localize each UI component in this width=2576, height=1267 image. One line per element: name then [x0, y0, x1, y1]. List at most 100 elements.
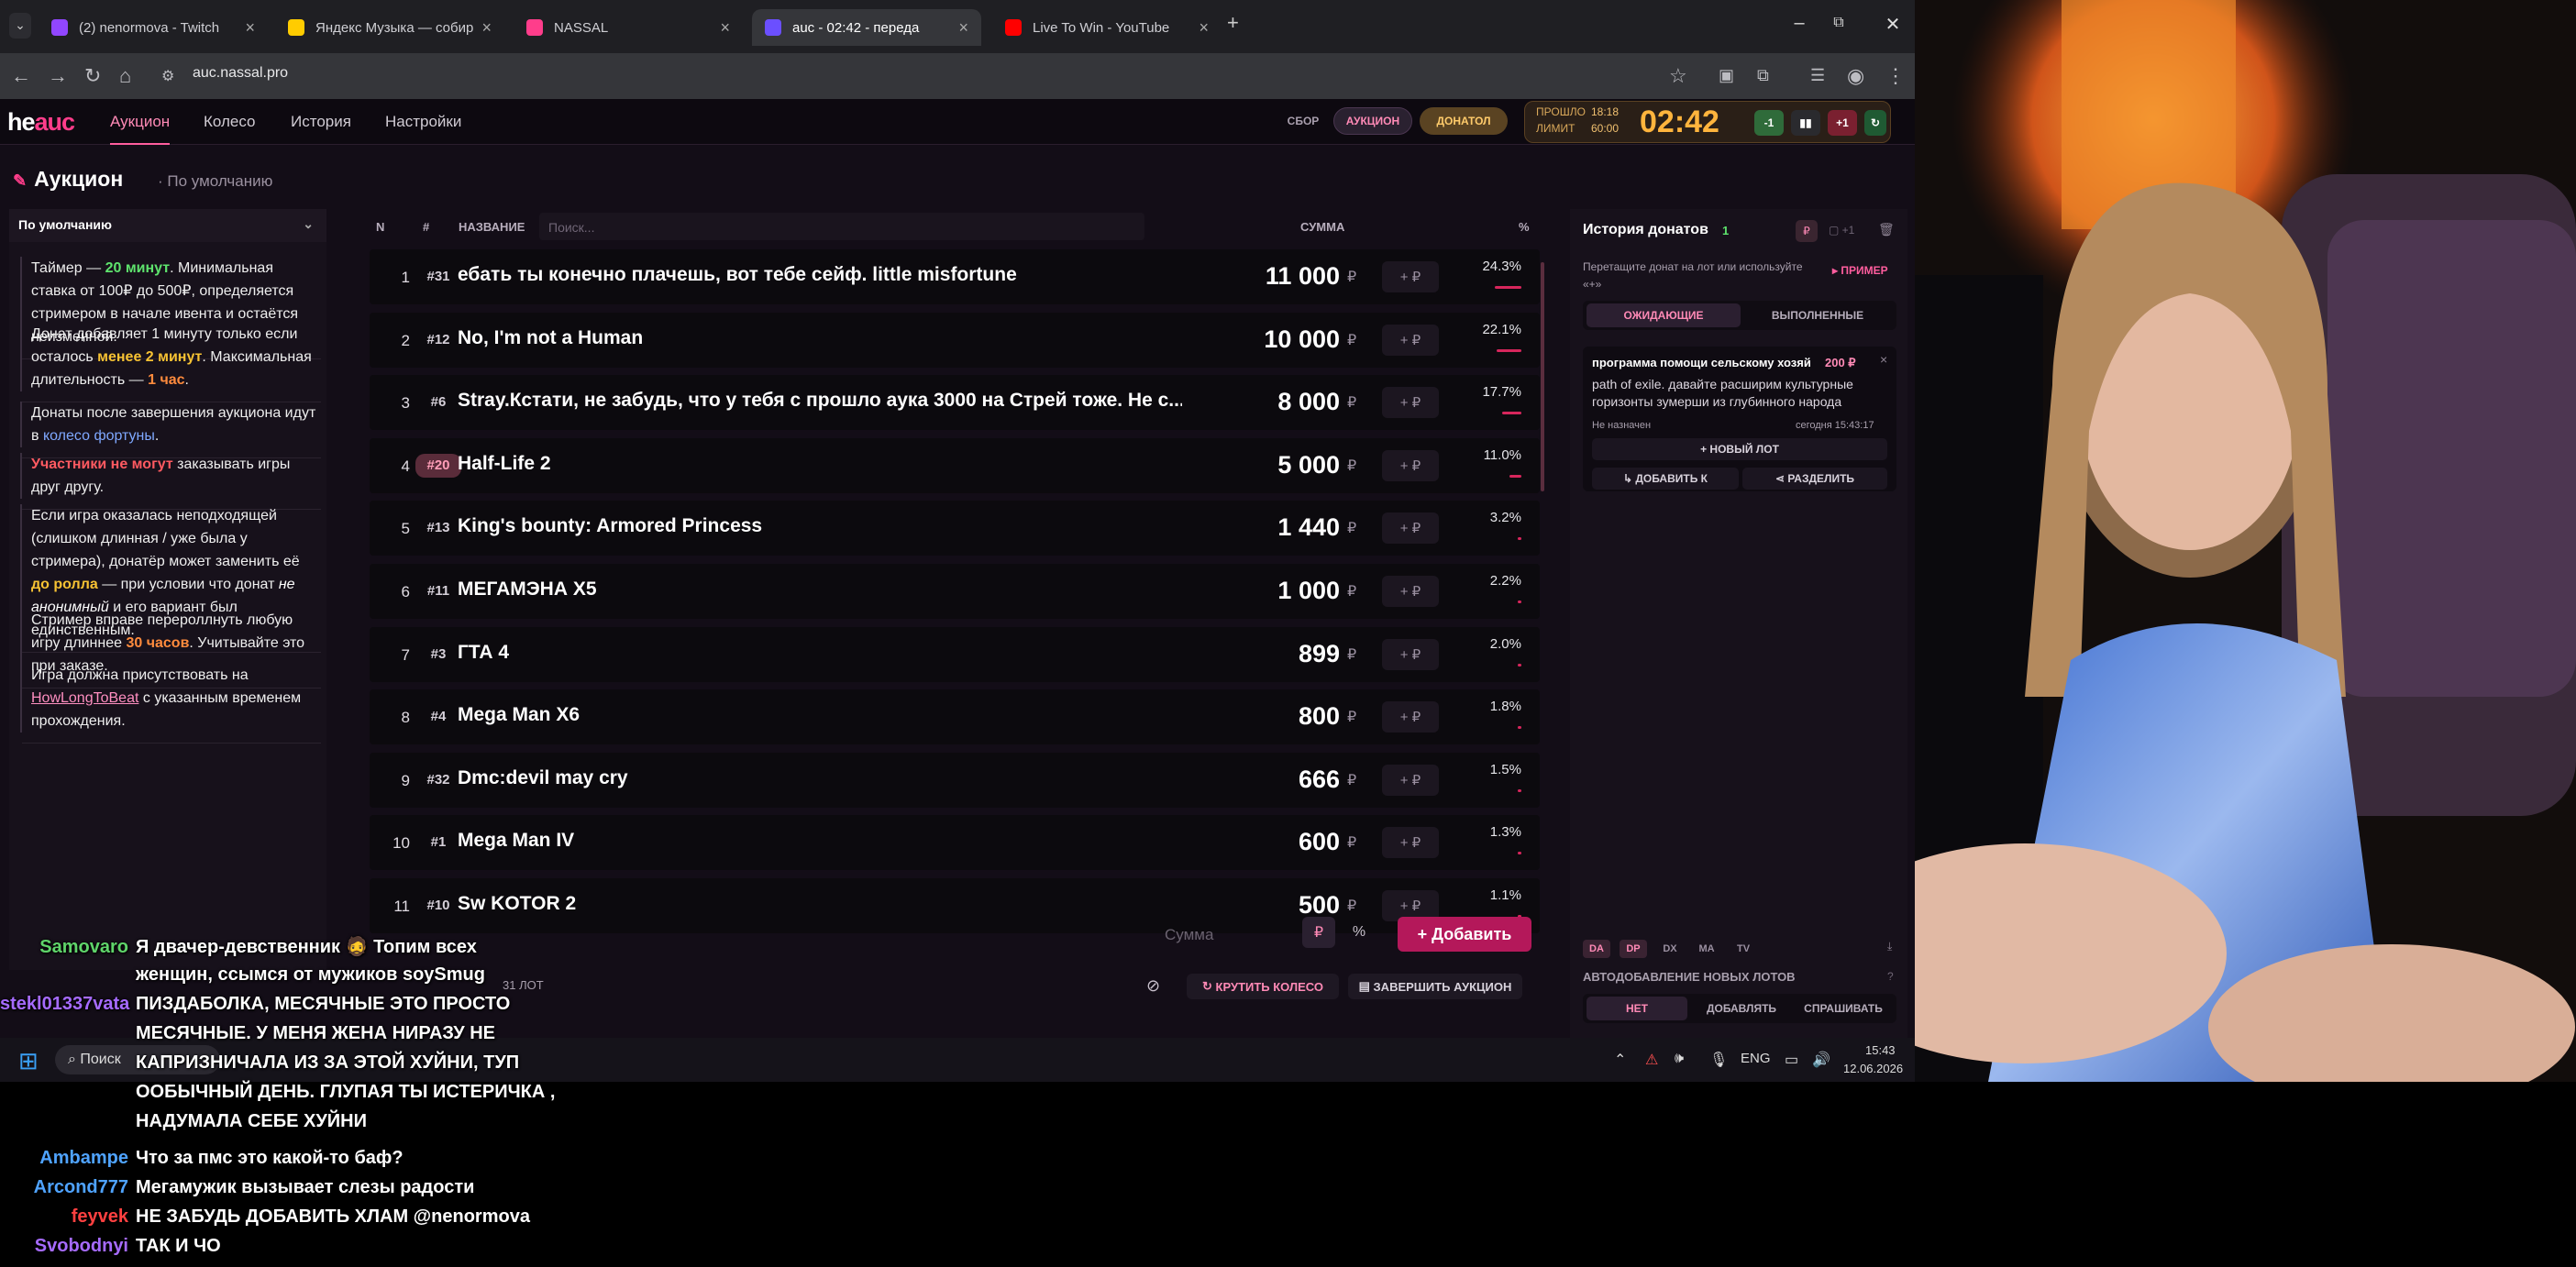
split-button[interactable]: ⋖ РАЗДЕЛИТЬ — [1742, 468, 1887, 490]
chat-username[interactable]: Samovaro — [0, 937, 128, 958]
lot-name[interactable]: No, I'm not a Human — [458, 327, 1182, 349]
lot-row[interactable]: 9 #32 Dmc:devil may cry 666 ₽ + ₽ 1.5% — [370, 752, 1540, 808]
refresh-icon[interactable]: ↻ — [1864, 110, 1886, 136]
tray-chevron-icon[interactable]: ⌃ — [1614, 1051, 1626, 1069]
clock-time[interactable]: 15:43 — [1865, 1043, 1896, 1057]
tab-close-icon[interactable]: × — [245, 18, 255, 38]
add-money-button[interactable]: + ₽ — [1382, 261, 1439, 292]
url-field[interactable]: auc.nassal.pro — [193, 65, 288, 82]
hide-icon[interactable]: ⊘ — [1146, 976, 1160, 996]
tab-close-icon[interactable]: × — [720, 18, 730, 38]
lot-row[interactable]: 10 #1 Mega Man IV 600 ₽ + ₽ 1.3% — [370, 815, 1540, 871]
lot-row[interactable]: 6 #11 МЕГАМЭНА Х5 1 000 ₽ + ₽ 2.2% — [370, 564, 1540, 619]
chat-username[interactable]: Ambampe — [0, 1148, 128, 1169]
mode-collect[interactable]: СБОР — [1278, 107, 1328, 135]
clock-date[interactable]: 12.06.2026 — [1843, 1062, 1903, 1075]
source-toggle[interactable]: TV — [1730, 940, 1757, 958]
currency-filter-icon[interactable]: ₽ — [1796, 220, 1818, 242]
chat-username[interactable]: Arcond777 — [0, 1177, 128, 1198]
lot-row[interactable]: 2 #12 No, I'm not a Human 10 000 ₽ + ₽ 22.1% — [370, 312, 1540, 368]
lot-name[interactable]: ГТА 4 — [458, 642, 1182, 664]
nav-history[interactable]: История — [291, 113, 351, 131]
nav-settings[interactable]: Настройки — [385, 113, 461, 131]
tab-close-icon[interactable]: × — [481, 18, 492, 38]
percent-toggle[interactable]: % — [1343, 917, 1376, 948]
tab-pending[interactable]: ОЖИДАЮЩИЕ — [1587, 303, 1741, 327]
mic-icon[interactable]: 🎙 — [1709, 1051, 1728, 1069]
lot-row[interactable]: 8 #4 Mega Man X6 800 ₽ + ₽ 1.8% — [370, 689, 1540, 745]
lot-sum[interactable]: 11 000 — [1266, 262, 1340, 291]
lot-name[interactable]: Dmc:devil may cry — [458, 767, 1182, 789]
extensions-puzzle-icon[interactable]: ⧉ — [1757, 66, 1769, 85]
warning-icon[interactable]: ⚠ — [1645, 1051, 1658, 1069]
source-toggle[interactable]: DP — [1620, 940, 1647, 958]
forward-icon[interactable]: → — [48, 64, 68, 88]
windows-start-icon[interactable]: ⊞ — [18, 1047, 39, 1075]
download-icon[interactable]: ⤓ — [1887, 940, 1892, 953]
autoadd-no[interactable]: НЕТ — [1587, 997, 1687, 1020]
minimize-button[interactable]: – — [1781, 13, 1818, 34]
timer-plus-button[interactable]: +1 — [1828, 110, 1857, 136]
preset-dropdown[interactable]: По умолчанию ⌄ — [9, 209, 326, 242]
lot-search-input[interactable]: Поиск... — [539, 213, 1144, 240]
tab-close-icon[interactable]: × — [1199, 18, 1209, 38]
finish-auction-button[interactable]: ▤ ЗАВЕРШИТЬ АУКЦИОН — [1348, 974, 1522, 999]
lot-sum[interactable]: 1 440 — [1277, 513, 1340, 542]
lot-sum[interactable]: 10 000 — [1264, 325, 1340, 354]
source-toggle[interactable]: DX — [1656, 940, 1684, 958]
col-name[interactable]: НАЗВАНИЕ — [459, 220, 525, 234]
spin-wheel-button[interactable]: ↻ КРУТИТЬ КОЛЕСО — [1187, 974, 1339, 999]
add-lot-button[interactable]: + Добавить — [1398, 917, 1531, 952]
timer-minus-button[interactable]: -1 — [1754, 110, 1784, 136]
back-icon[interactable]: ← — [11, 64, 31, 88]
chat-icon[interactable]: ▢ +1 — [1829, 224, 1854, 237]
tab-close-icon[interactable]: × — [958, 18, 968, 38]
tab-search-button[interactable]: ⌄ — [9, 13, 31, 39]
autoadd-add[interactable]: ДОБАВЛЯТЬ — [1691, 997, 1792, 1020]
chat-username[interactable]: feyvek — [0, 1206, 128, 1228]
speaker-icon[interactable]: 🔊 — [1812, 1051, 1830, 1069]
lot-row[interactable]: 4 #20 Half-Life 2 5 000 ₽ + ₽ 11.0% — [370, 437, 1540, 493]
volume-icon[interactable]: 🕪 — [1675, 1051, 1684, 1067]
lot-sum[interactable]: 666 — [1299, 766, 1340, 794]
nav-auction[interactable]: Аукцион — [110, 113, 171, 145]
currency-toggle[interactable]: ₽ — [1302, 917, 1335, 948]
nav-wheel[interactable]: Колесо — [204, 113, 256, 131]
lot-sum[interactable]: 500 — [1299, 891, 1340, 920]
profile-icon[interactable]: ◉ — [1847, 64, 1864, 88]
lot-name[interactable]: Sw KOTOR 2 — [458, 893, 1182, 915]
tab-done[interactable]: ВЫПОЛНЕННЫЕ — [1742, 303, 1893, 327]
restore-button[interactable]: ⧉ — [1820, 15, 1857, 31]
rule-text[interactable]: HowLongToBeat — [31, 690, 138, 706]
sum-input[interactable]: Сумма — [1165, 926, 1213, 944]
source-toggle[interactable]: DA — [1583, 940, 1610, 958]
new-lot-button[interactable]: + НОВЫЙ ЛОТ — [1592, 438, 1887, 460]
menu-icon[interactable]: ⋮ — [1885, 64, 1906, 88]
lot-row[interactable]: 1 #31 ебать ты конечно плачешь, вот тебе с… — [370, 249, 1540, 304]
autoadd-ask[interactable]: СПРАШИВАТЬ — [1794, 997, 1893, 1020]
add-money-button[interactable]: + ₽ — [1382, 512, 1439, 545]
rule-text[interactable]: колесо фортуны — [43, 428, 155, 444]
trash-icon[interactable]: 🗑 — [1878, 222, 1895, 237]
add-money-button[interactable]: + ₽ — [1382, 387, 1439, 419]
add-to-button[interactable]: ↳ ДОБАВИТЬ К — [1592, 468, 1739, 490]
site-info-icon[interactable]: ⚙ — [161, 67, 174, 85]
add-money-button[interactable]: + ₽ — [1382, 701, 1439, 733]
add-money-button[interactable]: + ₽ — [1382, 827, 1439, 859]
media-icon[interactable]: ☰ — [1810, 66, 1825, 85]
example-button[interactable]: ▸ ПРИМЕР — [1832, 264, 1888, 277]
lot-row[interactable]: 3 #6 Stray.Кстати, не забудь, что у тебя с… — [370, 375, 1540, 431]
pause-button[interactable]: ▮▮ — [1791, 110, 1820, 136]
donation-card[interactable]: программа помощи сельскому хозяй 200 ₽ ×… — [1583, 347, 1896, 491]
add-money-button[interactable]: + ₽ — [1382, 764, 1439, 796]
lot-name[interactable]: Mega Man X6 — [458, 704, 1182, 726]
lot-sum[interactable]: 600 — [1299, 828, 1340, 856]
browser-tab[interactable]: auc - 02:42 - переда × — [752, 9, 981, 46]
add-money-button[interactable]: + ₽ — [1382, 576, 1439, 607]
lot-name[interactable]: ебать ты конечно плачешь, вот тебе сейф.… — [458, 264, 1182, 286]
lot-name[interactable]: King's bounty: Armored Princess — [458, 515, 1182, 537]
lot-name[interactable]: Stray.Кстати, не забудь, что у тебя с пр… — [458, 390, 1182, 412]
lot-name[interactable]: Mega Man IV — [458, 830, 1182, 852]
lot-sum[interactable]: 800 — [1299, 702, 1340, 731]
lot-row[interactable]: 7 #3 ГТА 4 899 ₽ + ₽ 2.0% — [370, 626, 1540, 682]
